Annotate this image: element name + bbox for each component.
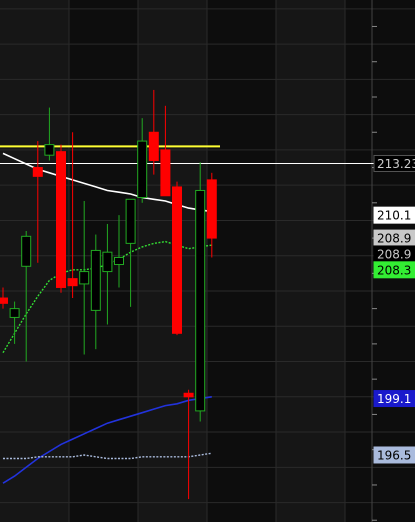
candle-body-up — [9, 308, 20, 318]
background-band — [276, 0, 345, 522]
candle-body-down — [56, 151, 66, 288]
price-label: 210.1 — [377, 209, 411, 223]
candle-body-up — [79, 271, 90, 285]
candle-body-up — [102, 251, 113, 273]
candle-body-down — [160, 149, 171, 197]
candle-body-down — [32, 167, 43, 177]
candle-body-down — [148, 131, 159, 161]
candle-body-up — [90, 249, 101, 311]
candle-body-down — [172, 186, 182, 334]
price-label: 196.5 — [377, 448, 411, 462]
chart-canvas: 213.23 210.1 208.9208.9 208.3 199.1 196.5 — [0, 0, 415, 522]
price-label: 208.3 — [377, 263, 411, 277]
candle-body-down — [183, 392, 194, 398]
candle-body-up — [137, 140, 148, 199]
chart: 213.23 210.1 208.9 208.9 208.3 199.1 196.5 — [0, 0, 415, 522]
candle-body-up — [125, 198, 136, 244]
candle-body-down — [0, 297, 8, 304]
candle-body-up — [21, 235, 32, 267]
price-label: 213.23 — [377, 157, 415, 171]
price-label: 208.9 — [377, 232, 411, 246]
candle-body-up — [114, 256, 124, 266]
price-label: 208.9 — [377, 247, 411, 261]
candle-body-down — [206, 179, 217, 239]
candle-body-up — [195, 189, 206, 412]
candle-body-up — [44, 144, 55, 156]
candle-body-down — [67, 278, 78, 287]
price-label: 199.1 — [377, 392, 411, 406]
